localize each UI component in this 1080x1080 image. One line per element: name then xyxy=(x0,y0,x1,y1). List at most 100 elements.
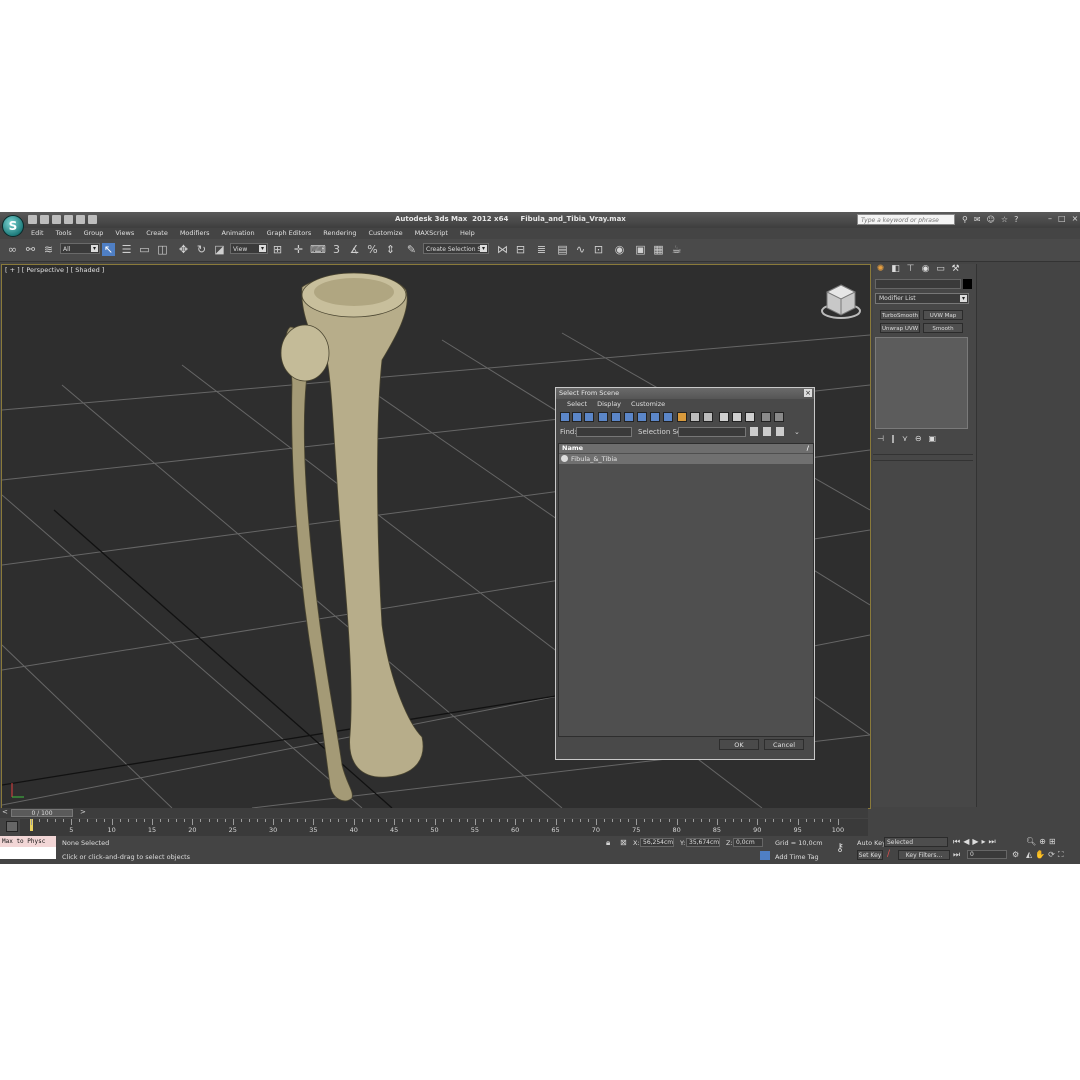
remove-modifier-icon[interactable]: ⊖ xyxy=(915,434,922,443)
hierarchy-tab-icon[interactable]: ⊤ xyxy=(905,264,916,275)
select-and-move-icon[interactable]: ✥ xyxy=(177,243,190,256)
menu-create[interactable]: Create xyxy=(140,228,174,239)
pin-stack-icon[interactable]: ⊣ xyxy=(877,434,884,443)
display-tab-icon[interactable]: ▭ xyxy=(935,264,946,275)
new-file-icon[interactable] xyxy=(28,215,37,224)
key-mode-dropdown[interactable]: Selected xyxy=(884,837,948,847)
communication-icon[interactable]: ☺ xyxy=(987,215,995,224)
menu-edit[interactable]: Edit xyxy=(25,228,50,239)
absolute-mode-icon[interactable]: ⊠ xyxy=(620,838,627,847)
show-end-result-icon[interactable]: ‖ xyxy=(891,434,895,443)
select-and-link-icon[interactable]: ∞ xyxy=(6,243,19,256)
menu-help[interactable]: Help xyxy=(454,228,481,239)
chevron-right-icon[interactable]: > xyxy=(80,808,86,816)
display-shapes-icon[interactable] xyxy=(572,412,582,422)
material-editor-icon[interactable]: ◉ xyxy=(613,243,626,256)
time-slider-thumb[interactable]: 0 / 100 xyxy=(11,809,73,817)
chevron-left-icon[interactable]: < xyxy=(2,808,8,816)
menu-customize[interactable]: Customize xyxy=(362,228,408,239)
maxscript-listener-input[interactable]: Max to Physc xyxy=(0,836,56,847)
next-frame-icon[interactable]: ▸ xyxy=(982,837,986,847)
select-by-name-icon[interactable]: ☰ xyxy=(120,243,133,256)
layer-manager-icon[interactable]: ≣ xyxy=(535,243,548,256)
project-folder-icon[interactable] xyxy=(88,215,97,224)
turbosmooth-button[interactable]: TurboSmooth xyxy=(880,310,920,320)
reference-coordinate-dropdown[interactable]: View ▾ xyxy=(230,243,268,254)
favorites-star-icon[interactable]: ☆ xyxy=(1001,215,1008,224)
menu-group[interactable]: Group xyxy=(78,228,110,239)
unwrap-uvw-button[interactable]: Unwrap UVW xyxy=(880,323,920,333)
named-selection-dropdown[interactable]: Create Selection Se ▾ xyxy=(423,243,489,254)
previous-frame-icon[interactable]: ◀ xyxy=(963,837,969,847)
bind-space-warp-icon[interactable]: ≋ xyxy=(42,243,55,256)
dialog-menu-customize[interactable]: Customize xyxy=(626,399,670,410)
edit-named-selection-icon[interactable]: ✎ xyxy=(405,243,418,256)
menu-maxscript[interactable]: MAXScript xyxy=(409,228,454,239)
smooth-button[interactable]: Smooth xyxy=(923,323,963,333)
save-file-icon[interactable] xyxy=(52,215,61,224)
key-mode-toggle-icon[interactable]: ⏭ xyxy=(953,850,960,860)
current-frame-field[interactable]: 0 xyxy=(967,850,1007,859)
fibula-head[interactable] xyxy=(280,324,330,382)
display-lights-icon[interactable] xyxy=(584,412,594,422)
z-coordinate-field[interactable]: 0,0cm xyxy=(733,838,763,847)
object-name-field[interactable] xyxy=(875,279,961,289)
graphite-ribbon-icon[interactable]: ▤ xyxy=(556,243,569,256)
spinner-snap-icon[interactable]: ⇕ xyxy=(384,243,397,256)
dialog-title-bar[interactable]: Select From Scene × xyxy=(556,388,814,399)
close-icon[interactable]: × xyxy=(804,389,812,397)
snaps-toggle-icon[interactable]: 3 xyxy=(330,243,343,256)
lock-selection-icon[interactable]: 🔒︎ xyxy=(606,838,610,848)
search-input[interactable]: Type a keyword or phrase xyxy=(857,214,955,225)
open-file-icon[interactable] xyxy=(40,215,49,224)
display-xrefs-icon[interactable] xyxy=(650,412,660,422)
scene-object-list[interactable]: Name / Fibula_&_Tibia xyxy=(558,443,814,737)
menu-views[interactable]: Views xyxy=(109,228,140,239)
select-and-manipulate-icon[interactable]: ✛ xyxy=(292,243,305,256)
display-groups-icon[interactable] xyxy=(637,412,647,422)
display-space-warps-icon[interactable] xyxy=(624,412,634,422)
display-cameras-icon[interactable] xyxy=(598,412,608,422)
play-icon[interactable]: ▶ xyxy=(972,837,978,847)
orbit-icon[interactable]: ⟳ xyxy=(1048,850,1055,860)
modify-tab-icon[interactable]: ◧ xyxy=(890,264,901,275)
list-column-header-name[interactable]: Name / xyxy=(559,444,813,453)
display-all-icon[interactable] xyxy=(677,412,687,422)
unlink-icon[interactable]: ⚯ xyxy=(24,243,37,256)
dialog-menu-select[interactable]: Select xyxy=(562,399,592,410)
edit-set-icon[interactable] xyxy=(763,427,771,436)
app-logo-button[interactable]: S xyxy=(2,215,24,237)
menu-graph-editors[interactable]: Graph Editors xyxy=(261,228,318,239)
select-all-icon[interactable] xyxy=(719,412,729,422)
field-of-view-icon[interactable]: ◭ xyxy=(1026,850,1032,860)
uvw-map-button[interactable]: UVW Map xyxy=(923,310,963,320)
object-color-swatch[interactable] xyxy=(963,279,972,289)
set-key-icon[interactable]: ∕ xyxy=(887,849,890,859)
dialog-menu-display[interactable]: Display xyxy=(592,399,626,410)
time-slider[interactable]: < 0 / 100 > xyxy=(0,808,868,818)
minimize-icon[interactable]: – xyxy=(1048,214,1052,223)
auto-key-label[interactable]: Auto Key xyxy=(857,839,886,847)
list-item[interactable]: Fibula_&_Tibia xyxy=(559,454,813,464)
menu-modifiers[interactable]: Modifiers xyxy=(174,228,216,239)
create-tab-icon[interactable]: ✺ xyxy=(875,264,886,275)
menu-rendering[interactable]: Rendering xyxy=(317,228,362,239)
keyboard-shortcut-override-icon[interactable]: ⌨ xyxy=(310,243,326,256)
viewcube[interactable] xyxy=(820,279,864,325)
filter-options-icon[interactable] xyxy=(774,412,784,422)
render-setup-icon[interactable]: ▣ xyxy=(634,243,647,256)
menu-tools[interactable]: Tools xyxy=(50,228,78,239)
close-icon[interactable]: × xyxy=(1072,214,1079,223)
y-coordinate-field[interactable]: 35,674cm xyxy=(686,838,720,847)
create-set-icon[interactable] xyxy=(750,427,758,436)
select-none-icon[interactable] xyxy=(732,412,742,422)
curve-editor-icon[interactable]: ∿ xyxy=(574,243,587,256)
zoom-extents-icon[interactable]: ⊞ xyxy=(1049,837,1056,846)
viewport-label[interactable]: [ + ] [ Perspective ] [ Shaded ] xyxy=(5,266,104,274)
time-configuration-icon[interactable]: ⚙ xyxy=(1012,850,1019,859)
zoom-all-icon[interactable]: ⊕ xyxy=(1039,837,1046,846)
motion-tab-icon[interactable]: ◉ xyxy=(920,264,931,275)
go-to-end-icon[interactable]: ⏭ xyxy=(989,837,996,847)
help-icon[interactable]: ? xyxy=(1014,215,1018,224)
add-time-tag[interactable]: Add Time Tag xyxy=(775,853,819,861)
